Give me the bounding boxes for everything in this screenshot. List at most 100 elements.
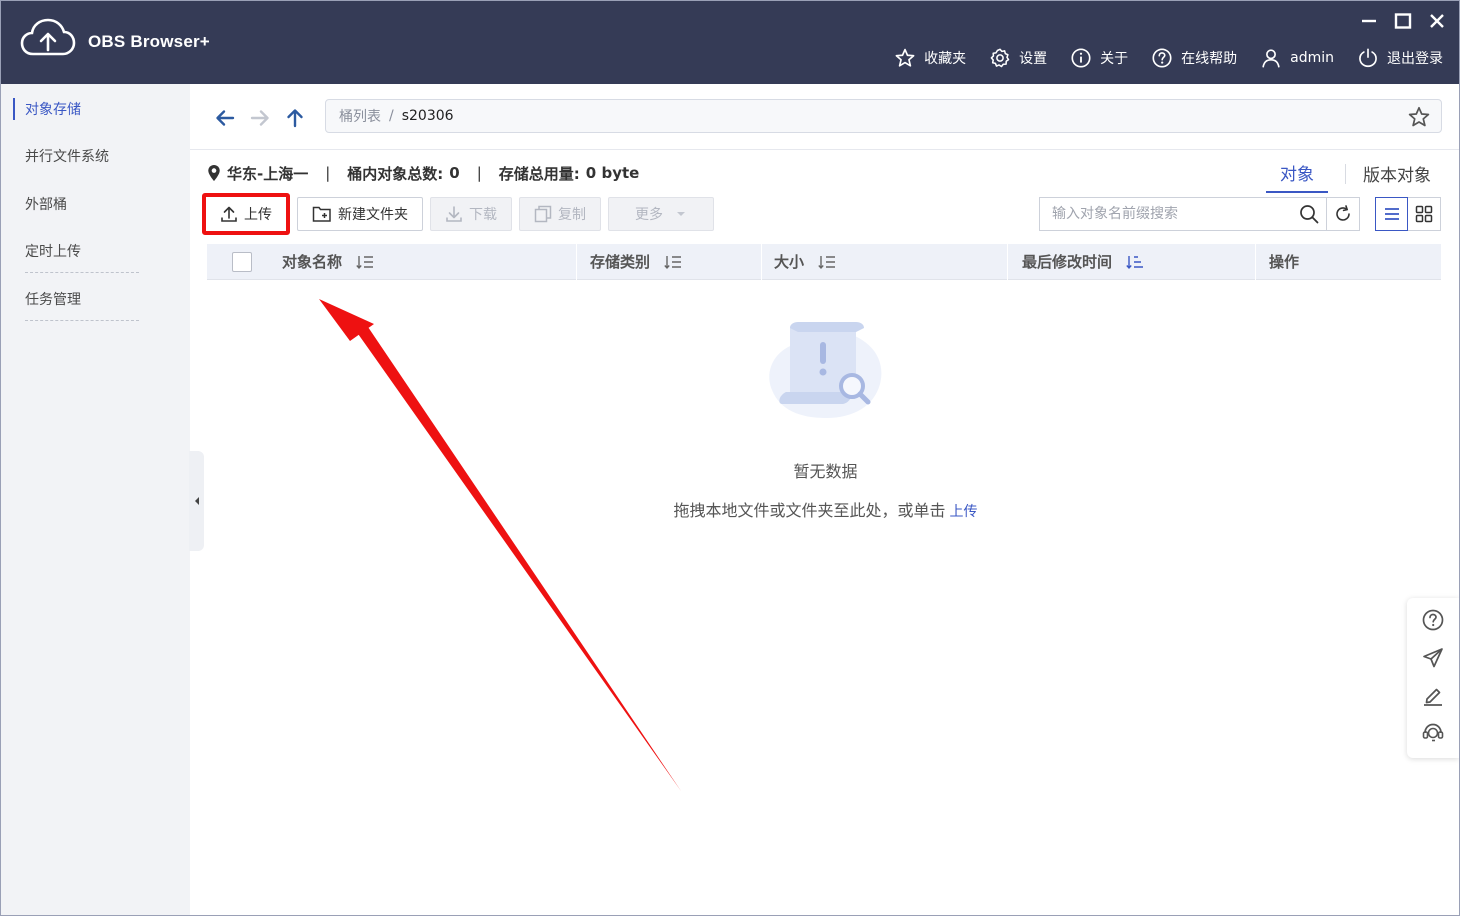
sort-icon[interactable] [664,254,682,270]
object-tabs: 对象 版本对象 [1266,160,1431,193]
sort-desc-icon[interactable] [1126,254,1144,270]
edit-pen-icon[interactable] [1421,683,1445,707]
settings-label: 设置 [1019,51,1048,67]
logout-menu[interactable]: 退出登录 [1357,47,1443,69]
object-count-value: 0 [449,164,460,182]
empty-upload-link[interactable]: 上传 [950,504,978,520]
copy-label: 复制 [558,207,586,223]
cloud-upload-logo-icon [20,18,76,56]
customer-service-icon[interactable] [1421,720,1445,744]
list-icon [1384,208,1399,220]
upload-icon [221,206,237,222]
upload-button[interactable]: 上传 [202,193,290,235]
favorites-menu[interactable]: 收藏夹 [894,47,966,69]
download-label: 下载 [469,207,497,223]
upload-label: 上传 [244,207,272,223]
search-input[interactable] [1040,198,1292,230]
chevron-down-icon [677,212,685,216]
grid-view-button[interactable] [1408,197,1441,231]
arrow-left-icon [216,110,235,126]
help-circle-icon[interactable] [1421,608,1445,632]
breadcrumb[interactable]: 桶列表 / s20306 [325,99,1442,133]
more-button[interactable]: 更多 [608,197,714,231]
about-label: 关于 [1100,51,1129,67]
sidebar-item-object-storage[interactable]: 对象存储 [25,99,139,121]
object-count-label: 桶内对象总数: [347,164,444,183]
copy-icon [534,205,552,223]
column-last-modified: 最后修改时间 [1008,243,1256,280]
close-button[interactable] [1427,10,1447,32]
tab-objects[interactable]: 对象 [1266,160,1328,193]
empty-document-search-illustration [769,322,882,418]
up-button[interactable] [283,106,307,130]
help-label: 在线帮助 [1181,51,1238,67]
app-window: OBS Browser+ 收藏夹 设置 关于 在线帮助 admin 退出登录 对… [0,0,1460,916]
search-button[interactable] [1292,198,1326,230]
user-menu[interactable]: admin [1260,47,1334,69]
info-separator: | [476,164,482,182]
download-icon [446,206,462,222]
info-icon [1071,48,1091,68]
maximize-button[interactable] [1393,10,1413,32]
help-menu[interactable]: 在线帮助 [1151,47,1237,69]
more-label: 更多 [635,207,663,223]
logout-label: 退出登录 [1387,51,1443,67]
breadcrumb-root[interactable]: 桶列表 [339,106,381,126]
main-panel: 桶列表 / s20306 华东-上海一 | 桶内对象总数: 0 | 存储总用量:… [190,84,1459,915]
add-favorite-star-icon[interactable] [1407,105,1431,129]
minimize-icon [1362,19,1376,23]
window-controls [1359,10,1447,32]
new-folder-button[interactable]: 新建文件夹 [297,197,423,231]
new-folder-icon [312,206,331,222]
settings-menu[interactable]: 设置 [989,47,1047,69]
star-icon [895,48,915,67]
title-bar: OBS Browser+ 收藏夹 设置 关于 在线帮助 admin 退出登录 [1,1,1459,84]
storage-usage-label: 存储总用量: [498,164,580,183]
location-pin-icon [208,165,220,181]
top-menu: 收藏夹 设置 关于 在线帮助 admin 退出登录 [894,47,1443,69]
empty-description-text: 拖拽本地文件或文件夹至此处，或单击 [673,501,946,520]
about-menu[interactable]: 关于 [1070,47,1128,69]
question-icon [1152,48,1172,68]
power-icon [1359,48,1377,68]
refresh-button[interactable] [1326,198,1359,230]
copy-button[interactable]: 复制 [519,197,601,231]
view-toggle [1375,197,1441,231]
table-header: 对象名称 存储类别 大小 最后修改时间 操作 [207,243,1441,280]
breadcrumb-separator: / [389,108,394,124]
sidebar-item-parallel-fs[interactable]: 并行文件系统 [25,146,139,168]
storage-usage-value: 0 byte [585,164,640,182]
user-label: admin [1290,50,1334,66]
tab-versions[interactable]: 版本对象 [1363,161,1431,192]
list-view-button[interactable] [1375,197,1408,231]
column-actions: 操作 [1256,244,1441,280]
send-feedback-icon[interactable] [1421,646,1445,670]
object-search [1039,197,1360,231]
grid-icon [1415,205,1433,223]
sidebar-item-task-management[interactable]: 任务管理 [25,289,139,311]
column-name-label: 对象名称 [282,253,343,271]
sort-icon[interactable] [818,254,836,270]
sidebar-item-external-bucket[interactable]: 外部桶 [25,194,139,216]
gear-icon [990,48,1010,68]
sort-icon[interactable] [356,254,374,270]
sidebar-divider [25,320,139,321]
select-all-checkbox[interactable] [232,251,252,272]
empty-title: 暂无数据 [793,462,858,481]
toolbar: 上传 新建文件夹 下载 复制 更多 [202,193,714,235]
column-size: 大小 [762,243,1008,280]
user-icon [1262,49,1280,68]
empty-description: 拖拽本地文件或文件夹至此处，或单击 上传 [190,497,1459,521]
sidebar-item-scheduled-upload[interactable]: 定时上传 [25,241,139,263]
download-button[interactable]: 下载 [430,197,512,231]
forward-button[interactable] [248,106,272,130]
tab-divider [1345,163,1346,184]
floating-toolbar [1407,598,1459,758]
favorites-label: 收藏夹 [924,51,967,67]
minimize-button[interactable] [1359,10,1379,32]
app-title: OBS Browser+ [88,32,210,51]
column-actions-label: 操作 [1269,253,1300,271]
back-button[interactable] [213,106,237,130]
column-size-label: 大小 [774,253,805,271]
navigation-bar: 桶列表 / s20306 [190,84,1459,150]
